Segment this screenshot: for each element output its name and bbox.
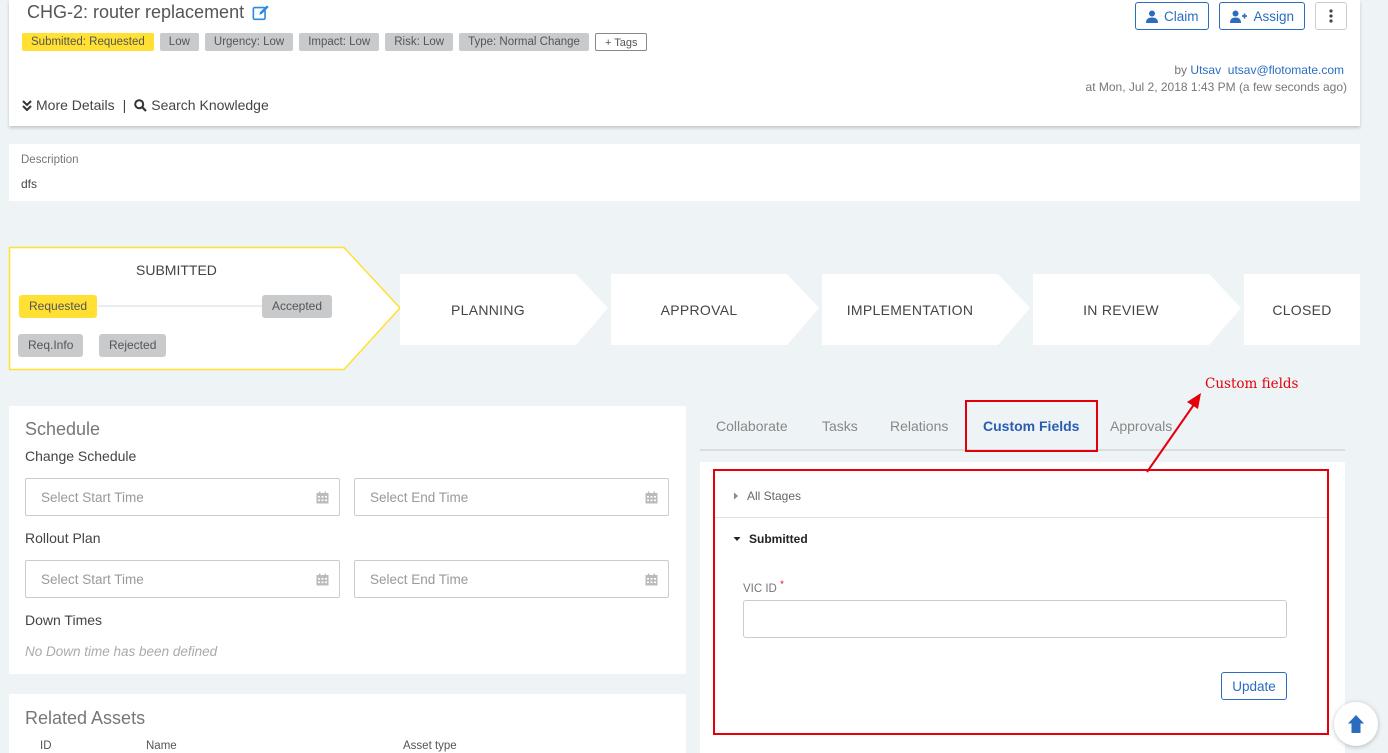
- stage-implementation[interactable]: IMPLEMENTATION: [822, 274, 998, 345]
- change-schedule-label: Change Schedule: [25, 448, 137, 464]
- annotation-label: Custom fields: [1205, 376, 1299, 392]
- caret-right-icon: [734, 492, 738, 500]
- all-stages-label: All Stages: [747, 489, 802, 503]
- schedule-title: Schedule: [25, 419, 101, 439]
- stage-planning[interactable]: PLANNING: [400, 274, 576, 345]
- rollout-end-input[interactable]: Select End Time: [354, 560, 669, 598]
- kebab-menu-icon: [1329, 9, 1333, 23]
- tab-collaborate[interactable]: Collaborate: [716, 418, 788, 434]
- edit-icon[interactable]: [252, 4, 270, 22]
- type-badge[interactable]: Type: Normal Change: [459, 33, 589, 51]
- user-icon: [1145, 10, 1158, 23]
- search-icon: [134, 98, 148, 112]
- user-plus-icon: [1230, 10, 1248, 23]
- stage-flow: SUBMITTED Requested Accepted Req.Info Re…: [0, 246, 1388, 372]
- vic-id-label: VIC ID *: [743, 579, 784, 595]
- page-title: CHG-2: router replacement: [27, 2, 270, 23]
- calendar-icon: [645, 573, 658, 585]
- urgency-badge[interactable]: Urgency: Low: [204, 33, 294, 51]
- substage-requested[interactable]: Requested: [19, 295, 98, 318]
- assign-label: Assign: [1253, 8, 1294, 24]
- column-name: Name: [146, 740, 177, 752]
- down-times-label: Down Times: [25, 612, 103, 628]
- related-assets-title: Related Assets: [25, 708, 146, 728]
- change-start-input[interactable]: Select Start Time: [25, 478, 340, 516]
- stage-approval[interactable]: APPROVAL: [611, 274, 787, 345]
- calendar-icon: [316, 491, 329, 503]
- status-badge[interactable]: Submitted: Requested: [22, 33, 154, 51]
- more-details-link[interactable]: More Details: [36, 97, 115, 113]
- stage-submitted[interactable]: SUBMITTED: [136, 262, 217, 278]
- tab-approvals[interactable]: Approvals: [1110, 418, 1172, 434]
- all-stages-toggle[interactable]: All Stages: [733, 489, 801, 503]
- header-actions: Claim Assign: [1134, 2, 1347, 30]
- claim-button[interactable]: Claim: [1134, 2, 1210, 30]
- update-button[interactable]: Update: [1221, 672, 1287, 700]
- creator-email-link[interactable]: utsav@flotomate.com: [1228, 63, 1344, 77]
- vic-id-input[interactable]: [743, 600, 1287, 638]
- calendar-icon: [645, 491, 658, 503]
- required-marker: *: [780, 579, 784, 590]
- rollout-start-placeholder: Select Start Time: [41, 571, 144, 587]
- search-knowledge-link[interactable]: Search Knowledge: [151, 97, 269, 113]
- active-tab-annotation-box: [965, 400, 1098, 452]
- vic-id-label-text: VIC ID: [743, 582, 777, 595]
- tag-list: Submitted: Requested Low Urgency: Low Im…: [22, 33, 648, 51]
- by-prefix: by: [1174, 63, 1188, 77]
- rollout-start-input[interactable]: Select Start Time: [25, 560, 340, 598]
- description-label: Description: [21, 154, 79, 166]
- description-value[interactable]: dfs: [21, 177, 37, 191]
- tab-relations[interactable]: Relations: [890, 418, 948, 434]
- scroll-to-top-button[interactable]: [1334, 702, 1378, 746]
- related-assets-card: Related Assets ID Name Asset type: [9, 694, 686, 753]
- impact-badge[interactable]: Impact: Low: [299, 33, 380, 51]
- request-header: CHG-2: router replacement Submitted: Req…: [9, 0, 1360, 126]
- priority-badge[interactable]: Low: [159, 33, 199, 51]
- assign-button[interactable]: Assign: [1219, 2, 1305, 30]
- stage-closed[interactable]: CLOSED: [1244, 274, 1360, 345]
- substage-req-info[interactable]: Req.Info: [18, 334, 84, 357]
- more-options-button[interactable]: [1315, 2, 1347, 30]
- double-chevron-down-icon: [22, 99, 32, 111]
- add-tags-button[interactable]: + Tags: [594, 33, 648, 51]
- submitted-toggle[interactable]: Submitted: [733, 532, 808, 546]
- substage-rejected[interactable]: Rejected: [99, 334, 167, 357]
- creator-name-link[interactable]: Utsav: [1190, 63, 1221, 77]
- rollout-plan-label: Rollout Plan: [25, 530, 101, 546]
- section-divider: [715, 517, 1327, 518]
- calendar-icon: [316, 573, 329, 585]
- column-id: ID: [40, 740, 52, 752]
- rollout-end-placeholder: Select End Time: [370, 571, 469, 587]
- change-start-placeholder: Select Start Time: [41, 489, 144, 505]
- submitted-section-label: Submitted: [749, 532, 808, 546]
- risk-badge[interactable]: Risk: Low: [385, 33, 454, 51]
- description-card: Description dfs: [9, 144, 1360, 201]
- created-at: at Mon, Jul 2, 2018 1:43 PM (a few secon…: [1085, 80, 1347, 94]
- stage-in-review[interactable]: IN REVIEW: [1033, 274, 1209, 345]
- substage-accepted[interactable]: Accepted: [262, 295, 333, 318]
- tab-tasks[interactable]: Tasks: [822, 418, 858, 434]
- title-text: CHG-2: router replacement: [27, 2, 245, 22]
- change-end-input[interactable]: Select End Time: [354, 478, 669, 516]
- link-separator: |: [122, 97, 127, 113]
- column-asset-type: Asset type: [403, 740, 457, 752]
- no-down-time-message: No Down time has been defined: [25, 644, 218, 659]
- caret-down-icon: [733, 537, 741, 541]
- detail-links: More Details | Search Knowledge: [22, 97, 269, 113]
- claim-label: Claim: [1163, 8, 1199, 24]
- arrow-up-icon: [1348, 715, 1364, 733]
- created-by: by Utsav utsav@flotomate.com: [1174, 63, 1344, 77]
- schedule-card: Schedule Change Schedule Select Start Ti…: [9, 406, 686, 674]
- change-end-placeholder: Select End Time: [370, 489, 469, 505]
